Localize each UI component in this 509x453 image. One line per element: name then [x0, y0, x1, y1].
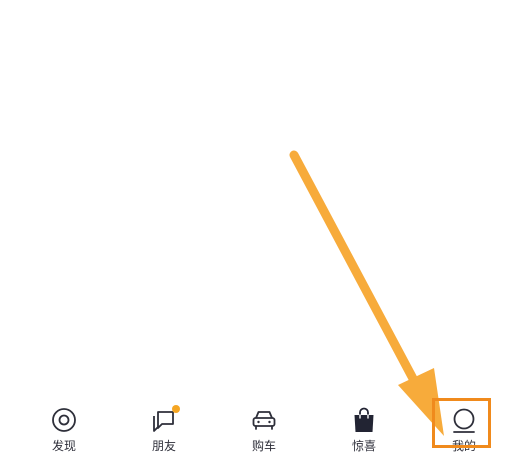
tab-surprise[interactable]: 惊喜 [329, 390, 399, 453]
tab-label-surprise: 惊喜 [351, 439, 376, 453]
tab-label-friends: 朋友 [151, 439, 176, 453]
tab-profile[interactable]: 我的 [429, 390, 499, 453]
annotation-arrow-icon [289, 150, 444, 436]
car-icon [250, 406, 278, 434]
tab-friends[interactable]: 朋友 [129, 390, 199, 453]
profile-icon [450, 406, 478, 434]
screen: 发现 朋友 购车 惊喜 我的 [0, 0, 509, 453]
tab-label-discover: 发现 [51, 439, 76, 453]
tab-label-profile: 我的 [451, 439, 476, 453]
discover-icon [50, 406, 78, 434]
tab-buy-car[interactable]: 购车 [229, 390, 299, 453]
notification-dot [172, 405, 180, 413]
tab-discover[interactable]: 发现 [29, 390, 99, 453]
chat-icon [150, 405, 180, 434]
tab-label-buy-car: 购车 [251, 439, 276, 453]
shopping-bag-icon [350, 406, 378, 434]
bottom-tab-bar: 发现 朋友 购车 惊喜 我的 [0, 390, 509, 453]
